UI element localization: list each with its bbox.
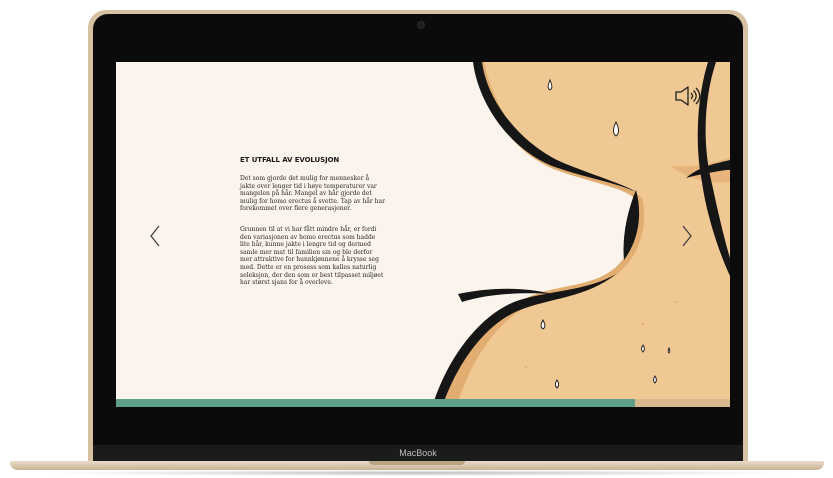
article-paragraph: Det som gjorde det mulig for mennesker å… xyxy=(240,175,385,213)
neck-shoulder-illustration xyxy=(432,62,730,407)
camera-icon xyxy=(418,22,424,28)
next-slide-button[interactable] xyxy=(678,223,696,249)
progress-bar-fill xyxy=(116,399,635,407)
device-brand-label: MacBook xyxy=(399,448,437,458)
article-paragraph: Grunnen til at vi har fått mindre hår, e… xyxy=(240,226,384,287)
chevron-right-icon xyxy=(682,225,692,247)
laptop-base-notch xyxy=(369,461,465,465)
speaker-icon xyxy=(675,86,701,106)
sound-toggle-button[interactable] xyxy=(672,84,702,108)
laptop-shadow xyxy=(40,470,794,476)
previous-slide-button[interactable] xyxy=(146,223,164,249)
article-heading: ET UTFALL AV EVOLUSJON xyxy=(240,156,340,164)
chevron-left-icon xyxy=(150,225,160,247)
app-screen: ET UTFALL AV EVOLUSJON Det som gjorde de… xyxy=(116,62,730,407)
